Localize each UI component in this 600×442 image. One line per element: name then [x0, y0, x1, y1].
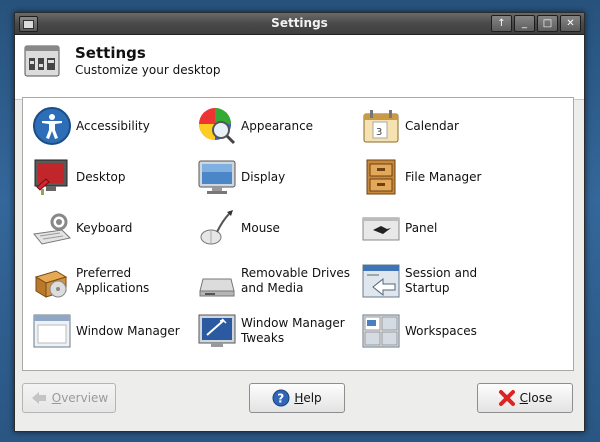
close-mnemonic: C — [519, 391, 529, 405]
display-icon — [198, 160, 236, 194]
item-label: Keyboard — [76, 220, 133, 235]
button-bar: Overview ? Help Close — [15, 383, 584, 417]
window-manager-tweaks-icon — [198, 314, 236, 347]
item-label: Accessibility — [76, 118, 150, 133]
item-label: Panel — [405, 220, 438, 235]
overview-mnemonic: O — [51, 391, 62, 405]
item-label: Mouse — [241, 220, 280, 235]
item-keyboard[interactable]: Keyboard — [32, 206, 132, 250]
close-window-button[interactable]: ✕ — [560, 15, 581, 32]
accessibility-icon — [33, 107, 71, 145]
item-appearance[interactable]: Appearance — [197, 104, 313, 148]
item-session-startup[interactable]: Session and Startup — [361, 259, 477, 303]
minimize-button[interactable]: _ — [514, 15, 535, 32]
help-label: elp — [303, 391, 322, 405]
item-label: Removable Drives and Media — [241, 266, 351, 295]
item-label: Window Manager Tweaks — [241, 316, 345, 345]
svg-text:3: 3 — [376, 127, 382, 138]
help-icon: ? — [272, 389, 290, 407]
header-subtitle: Customize your desktop — [75, 63, 221, 77]
settings-items-panel: Accessibility Appearance 3 Calendar Desk… — [22, 97, 574, 371]
settings-window: Settings ↑ _ □ ✕ Settings Customize your… — [14, 12, 585, 432]
item-file-manager[interactable]: File Manager — [361, 155, 482, 199]
maximize-button[interactable]: □ — [537, 15, 558, 32]
item-label: Workspaces — [405, 323, 477, 338]
item-window-manager-tweaks[interactable]: Window Manager Tweaks — [197, 309, 345, 353]
item-calendar[interactable]: 3 Calendar — [361, 104, 459, 148]
appearance-icon — [199, 108, 236, 145]
preferred-applications-icon — [34, 270, 68, 298]
close-label: lose — [528, 391, 553, 405]
item-mouse[interactable]: Mouse — [197, 206, 280, 250]
calendar-icon: 3 — [363, 110, 399, 143]
settings-header: Settings Customize your desktop — [15, 35, 584, 100]
item-preferred-applications[interactable]: Preferred Applications — [32, 259, 149, 303]
help-mnemonic: H — [294, 391, 304, 405]
item-label: Session and Startup — [405, 266, 478, 295]
item-label: Window Manager — [76, 323, 180, 338]
item-label: File Manager — [405, 169, 482, 184]
item-window-manager[interactable]: Window Manager — [32, 309, 180, 353]
arrow-left-icon — [31, 392, 46, 404]
item-accessibility[interactable]: Accessibility — [32, 104, 150, 148]
removable-drives-icon — [199, 278, 235, 297]
close-icon — [498, 390, 515, 406]
overview-label: verview — [61, 391, 109, 405]
window-manager-icon — [33, 314, 71, 348]
file-manager-icon — [366, 159, 396, 195]
item-label: Preferred Applications — [76, 266, 150, 295]
item-removable-drives[interactable]: Removable Drives and Media — [197, 259, 350, 303]
overview-button[interactable]: Overview — [22, 383, 116, 413]
item-label: Display — [241, 169, 286, 184]
item-label: Desktop — [76, 169, 126, 184]
desktop-icon — [34, 159, 68, 195]
settings-manager-icon — [24, 45, 60, 77]
item-panel[interactable]: Panel — [361, 206, 437, 250]
item-display[interactable]: Display — [197, 155, 285, 199]
item-desktop[interactable]: Desktop — [32, 155, 126, 199]
help-button[interactable]: ? Help — [249, 383, 345, 413]
header-title: Settings — [75, 44, 146, 62]
panel-icon — [362, 217, 400, 241]
shade-button[interactable]: ↑ — [491, 15, 512, 32]
item-label: Appearance — [241, 118, 314, 133]
session-startup-icon — [362, 264, 400, 298]
keyboard-icon — [33, 213, 72, 245]
item-workspaces[interactable]: Workspaces — [361, 309, 477, 353]
close-button[interactable]: Close — [477, 383, 573, 413]
title-bar[interactable]: Settings ↑ _ □ ✕ — [15, 13, 584, 35]
svg-text:?: ? — [278, 392, 285, 406]
mouse-icon — [200, 210, 233, 245]
item-label: Calendar — [405, 118, 459, 133]
workspaces-icon — [362, 314, 400, 348]
